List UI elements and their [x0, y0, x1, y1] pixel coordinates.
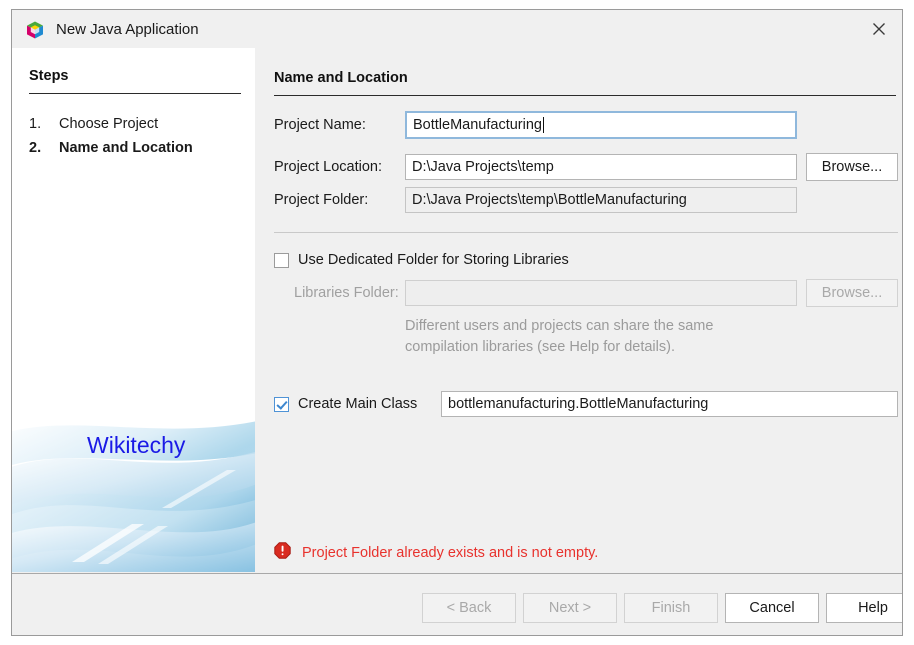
- use-dedicated-folder-checkbox[interactable]: Use Dedicated Folder for Storing Librari…: [274, 252, 569, 268]
- libraries-folder-input: [405, 280, 797, 306]
- project-name-value: BottleManufacturing: [413, 117, 542, 133]
- step-item-name-and-location[interactable]: 2.Name and Location: [29, 140, 193, 156]
- text-caret: [543, 117, 544, 133]
- section-divider: [274, 232, 898, 233]
- checkbox-checked-icon: [274, 397, 289, 412]
- window-title: New Java Application: [56, 20, 199, 39]
- step-number: 2.: [29, 140, 59, 156]
- cancel-button[interactable]: Cancel: [725, 593, 819, 623]
- error-octagon-icon: [274, 542, 291, 564]
- project-folder-display: D:\Java Projects\temp\BottleManufacturin…: [405, 187, 797, 213]
- next-button[interactable]: Next >: [523, 593, 617, 623]
- step-number: 1.: [29, 116, 59, 132]
- project-location-input[interactable]: D:\Java Projects\temp: [405, 154, 797, 180]
- page-title-divider: [274, 95, 896, 96]
- steps-panel: Steps 1.Choose Project 2.Name and Locati…: [12, 48, 255, 572]
- watermark-text: Wikitechy: [87, 432, 185, 459]
- project-folder-value: D:\Java Projects\temp\BottleManufacturin…: [412, 192, 687, 208]
- create-main-class-label: Create Main Class: [298, 396, 417, 412]
- libraries-folder-label: Libraries Folder:: [294, 285, 399, 301]
- new-java-application-dialog: New Java Application Steps 1.Choose Proj…: [11, 9, 903, 636]
- project-folder-label: Project Folder:: [274, 192, 368, 208]
- main-class-value: bottlemanufacturing.BottleManufacturing: [448, 396, 708, 412]
- close-icon[interactable]: [856, 10, 902, 48]
- main-class-input[interactable]: bottlemanufacturing.BottleManufacturing: [441, 391, 898, 417]
- checkbox-unchecked-icon: [274, 253, 289, 268]
- steps-heading: Steps: [29, 68, 69, 84]
- project-location-label: Project Location:: [274, 159, 382, 175]
- page-title: Name and Location: [274, 70, 408, 86]
- project-name-input[interactable]: BottleManufacturing: [405, 111, 797, 139]
- project-location-value: D:\Java Projects\temp: [412, 159, 554, 175]
- title-bar: New Java Application: [12, 10, 902, 48]
- libraries-folder-browse-button: Browse...: [806, 279, 898, 307]
- watermark-swoosh-icon: [12, 412, 255, 572]
- dialog-footer: < Back Next > Finish Cancel Help: [12, 573, 902, 636]
- steps-divider: [29, 93, 241, 94]
- create-main-class-checkbox[interactable]: Create Main Class: [274, 396, 417, 412]
- step-label: Choose Project: [59, 116, 158, 132]
- project-name-label: Project Name:: [274, 117, 366, 133]
- error-message-row: Project Folder already exists and is not…: [274, 542, 598, 564]
- project-location-browse-button[interactable]: Browse...: [806, 153, 898, 181]
- step-label: Name and Location: [59, 140, 193, 156]
- watermark: Wikitechy: [12, 412, 255, 572]
- netbeans-cube-icon: [25, 20, 45, 40]
- libraries-hint-line-1: Different users and projects can share t…: [405, 316, 713, 337]
- libraries-hint-line-2: compilation libraries (see Help for deta…: [405, 337, 675, 358]
- step-item-choose-project[interactable]: 1.Choose Project: [29, 116, 158, 132]
- help-button[interactable]: Help: [826, 593, 903, 623]
- use-dedicated-folder-label: Use Dedicated Folder for Storing Librari…: [298, 252, 569, 268]
- error-message-text: Project Folder already exists and is not…: [302, 545, 598, 561]
- content-panel: Name and Location Project Name: BottleMa…: [255, 48, 902, 572]
- back-button[interactable]: < Back: [422, 593, 516, 623]
- finish-button[interactable]: Finish: [624, 593, 718, 623]
